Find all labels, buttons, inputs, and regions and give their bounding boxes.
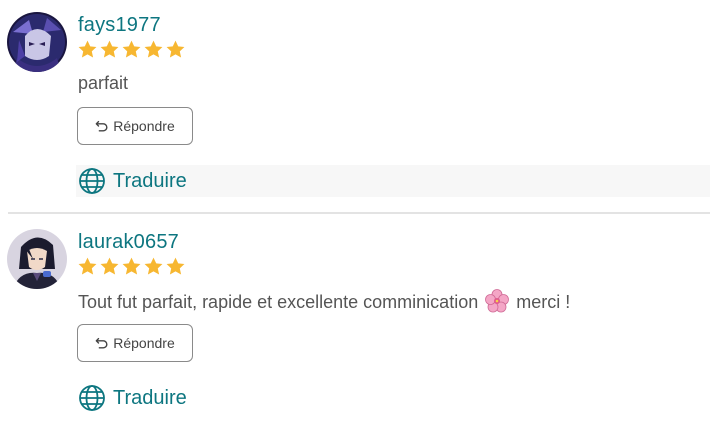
translate-label: Traduire: [113, 169, 187, 192]
reply-arrow-icon: [95, 337, 108, 349]
avatar[interactable]: [7, 12, 67, 72]
avatar-image: [7, 229, 67, 289]
translate-button[interactable]: Traduire: [76, 165, 710, 197]
rating-stars: [77, 256, 186, 277]
review-comment-text: parfait: [78, 73, 129, 93]
star-icon: [166, 257, 185, 275]
star-icon: [122, 257, 141, 275]
globe-icon: [79, 168, 105, 194]
star-icon: [144, 40, 163, 58]
star-icon: [78, 257, 97, 275]
star-icon: [122, 40, 141, 58]
reply-button[interactable]: Répondre: [77, 324, 193, 362]
star-icon: [100, 40, 119, 58]
star-icon: [166, 40, 185, 58]
star-icon: [100, 257, 119, 275]
avatar-image: [7, 12, 67, 72]
translate-label: Traduire: [113, 386, 187, 409]
rating-stars: [77, 39, 186, 60]
review-item: fays1977 parfait Répondre Traduire: [0, 0, 710, 212]
review-comment-text: Tout fut parfait, rapide et excellente c…: [78, 292, 479, 312]
review-comment-text-end: merci !: [516, 292, 571, 312]
cherry-blossom-icon: [485, 289, 510, 313]
review-item: laurak0657 Tout fut parfait, rapide et e…: [0, 214, 710, 427]
review-comment: Tout fut parfait, rapide et excellente c…: [78, 289, 570, 313]
username[interactable]: fays1977: [78, 14, 161, 37]
reply-arrow-icon: [95, 120, 108, 132]
globe-icon: [79, 385, 105, 411]
username[interactable]: laurak0657: [78, 231, 179, 254]
review-comment: parfait: [78, 73, 128, 94]
avatar[interactable]: [7, 229, 67, 289]
translate-button[interactable]: Traduire: [76, 382, 710, 414]
star-icon: [144, 257, 163, 275]
reply-button-label: Répondre: [113, 335, 175, 351]
reply-button-label: Répondre: [113, 118, 175, 134]
star-icon: [78, 40, 97, 58]
reply-button[interactable]: Répondre: [77, 107, 193, 145]
